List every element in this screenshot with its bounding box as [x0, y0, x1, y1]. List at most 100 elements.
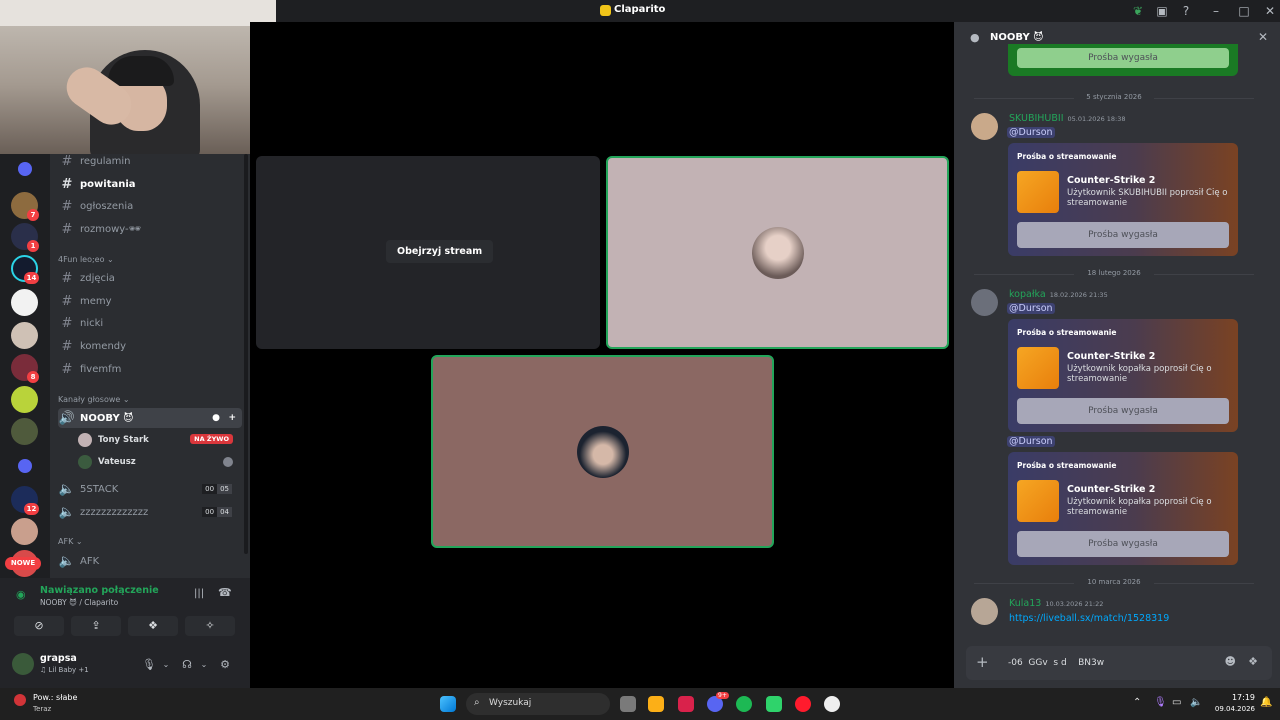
- microphone-icon[interactable]: 🎙: [140, 656, 158, 674]
- disconnect-icon[interactable]: ☎: [218, 586, 232, 599]
- avatar[interactable]: [971, 289, 998, 316]
- channel-scrollbar[interactable]: [244, 154, 248, 554]
- headphones-icon[interactable]: ☊: [178, 656, 196, 674]
- voice-member-tony[interactable]: Tony Stark NA ŻYWO: [78, 431, 243, 449]
- participant-tile-tony[interactable]: [606, 156, 949, 349]
- invite-user-icon[interactable]: +: [228, 413, 236, 423]
- category-4fun[interactable]: 4Fun leo;eo ⌄: [58, 255, 114, 264]
- avatar[interactable]: [12, 653, 34, 675]
- clock-date[interactable]: 09.04.2026: [1207, 705, 1255, 713]
- activities-button[interactable]: ❖: [128, 616, 178, 636]
- opera-icon[interactable]: [795, 696, 811, 712]
- chevron-down-icon[interactable]: ⌄: [195, 656, 213, 674]
- count-current: 00: [202, 484, 218, 494]
- server-icon[interactable]: [11, 386, 38, 413]
- noise-suppression-icon[interactable]: |||: [194, 588, 204, 599]
- taskbar-search[interactable]: ⌕ Wyszukaj: [466, 693, 610, 715]
- share-screen-button[interactable]: ⇪: [71, 616, 121, 636]
- category-voice[interactable]: Kanały głosowe ⌄: [58, 395, 130, 404]
- minimize-button[interactable]: –: [1208, 3, 1224, 19]
- volume-icon[interactable]: 🔈: [1190, 697, 1202, 708]
- folder-icon[interactable]: [18, 162, 32, 176]
- avatar[interactable]: [971, 113, 998, 140]
- channel-ogloszenia[interactable]: # ogłoszenia: [58, 196, 242, 216]
- card-description: Użytkownik kopałka poprosił Cię o stream…: [1067, 497, 1212, 517]
- channel-list: # regulamin # powitania # ogłoszenia # rozmo…: [50, 154, 250, 578]
- channel-regulamin[interactable]: # regulamin: [58, 151, 242, 171]
- participant-tile-vateusz[interactable]: [431, 355, 774, 548]
- help-icon[interactable]: ?: [1178, 3, 1194, 19]
- spotify-icon[interactable]: [736, 696, 752, 712]
- chevron-up-icon[interactable]: ⌃: [1133, 697, 1141, 708]
- chat-input-text[interactable]: -06 GGv s d BN3w: [1008, 658, 1104, 668]
- media-player-icon[interactable]: [824, 696, 840, 712]
- request-expired-button[interactable]: Prośba wygasła: [1017, 531, 1229, 557]
- server-icon[interactable]: [11, 518, 38, 545]
- channel-powitania[interactable]: # powitania: [58, 174, 242, 194]
- app-icon[interactable]: [678, 696, 694, 712]
- window-title: Claparito: [614, 4, 666, 15]
- request-expired-button[interactable]: Prośba wygasła: [1017, 222, 1229, 248]
- message-author[interactable]: Kula13 10.03.2026 21:22: [1009, 598, 1103, 609]
- request-expired-button[interactable]: Prośba wygasła: [1017, 48, 1229, 68]
- channel-label: regulamin: [80, 155, 131, 167]
- message-author[interactable]: SKUBIHUBII 05.01.2026 18:38: [1009, 113, 1126, 124]
- voice-channel-5stack[interactable]: 🔈 5STACK 00 05: [58, 479, 242, 499]
- app-icon[interactable]: [766, 696, 782, 712]
- camera-off-button[interactable]: ⊘: [14, 616, 64, 636]
- voice-channel-afk[interactable]: 🔈 AFK: [58, 551, 242, 571]
- user-mention[interactable]: @Durson: [1007, 127, 1055, 138]
- stream-tile[interactable]: Obejrzyj stream: [256, 156, 600, 349]
- nitro-leaf-icon[interactable]: ❦: [1130, 3, 1146, 19]
- clock-time[interactable]: 17:19: [1215, 693, 1255, 702]
- rockstar-icon[interactable]: [648, 696, 664, 712]
- voice-location[interactable]: NOOBY 😈 / Claparito: [40, 598, 118, 607]
- channel-fivemfm[interactable]: # fivemfm: [58, 359, 242, 379]
- category-afk[interactable]: AFK ⌄: [58, 537, 83, 546]
- hash-icon: #: [61, 153, 73, 169]
- soundboard-button[interactable]: ✧: [185, 616, 235, 636]
- task-view-icon[interactable]: [620, 696, 636, 712]
- hash-icon: #: [61, 338, 73, 354]
- close-icon[interactable]: ✕: [1258, 30, 1268, 44]
- folder-icon[interactable]: [18, 459, 32, 473]
- user-mention[interactable]: @Durson: [1007, 303, 1055, 314]
- speaker-icon: 🔊: [58, 410, 76, 426]
- close-window-button[interactable]: ✕: [1262, 3, 1278, 19]
- weather-warning-icon[interactable]: [14, 694, 26, 706]
- channel-rozmowy[interactable]: # rozmowy-🕶: [58, 219, 242, 239]
- new-unreads-pill[interactable]: NOWE: [5, 557, 41, 570]
- server-icon[interactable]: [11, 322, 38, 349]
- chat-input[interactable]: + -06 GGv s d BN3w ☻ ❖: [966, 646, 1272, 680]
- network-icon[interactable]: ▭: [1172, 697, 1181, 708]
- chat-bubble-icon[interactable]: ●: [212, 413, 220, 423]
- settings-gear-icon[interactable]: ⚙: [216, 656, 234, 674]
- user-mention[interactable]: @Durson: [1007, 436, 1055, 447]
- channel-komendy[interactable]: # komendy: [58, 336, 242, 356]
- watch-stream-button[interactable]: Obejrzyj stream: [386, 240, 494, 263]
- avatar[interactable]: [971, 598, 998, 625]
- apps-icon[interactable]: ❖: [1248, 655, 1258, 668]
- server-icon[interactable]: [11, 289, 38, 316]
- inbox-icon[interactable]: ▣: [1154, 3, 1170, 19]
- notification-icon[interactable]: 🔔: [1260, 697, 1272, 708]
- message-author[interactable]: kopałka 18.02.2026 21:35: [1009, 289, 1108, 300]
- signal-icon[interactable]: ◉: [16, 588, 26, 601]
- message-link[interactable]: https://liveball.sx/match/1528319: [1009, 613, 1169, 624]
- chevron-down-icon[interactable]: ⌄: [157, 656, 175, 674]
- channel-nicki[interactable]: # nicki: [58, 313, 242, 333]
- request-expired-button[interactable]: Prośba wygasła: [1017, 398, 1229, 424]
- discord-badge: 9+: [716, 692, 729, 699]
- emoji-icon[interactable]: ☻: [1225, 655, 1236, 668]
- server-icon[interactable]: [11, 418, 38, 445]
- microphone-tray-icon[interactable]: 🎙: [1154, 697, 1167, 708]
- channel-zdjecia[interactable]: # zdjęcia: [58, 268, 242, 288]
- add-attachment-icon[interactable]: +: [976, 653, 989, 671]
- maximize-button[interactable]: □: [1236, 3, 1252, 19]
- channel-memy[interactable]: # memy: [58, 291, 242, 311]
- voice-member-vateusz[interactable]: Vateusz: [78, 453, 243, 471]
- weather-title[interactable]: Pow.: słabe: [33, 693, 77, 702]
- voice-channel-zzz[interactable]: 🔈 zzzzzzzzzzzzz 00 04: [58, 502, 242, 522]
- voice-channel-nooby[interactable]: 🔊 NOOBY 😈 ● +: [58, 408, 242, 428]
- windows-start-icon[interactable]: [440, 696, 456, 712]
